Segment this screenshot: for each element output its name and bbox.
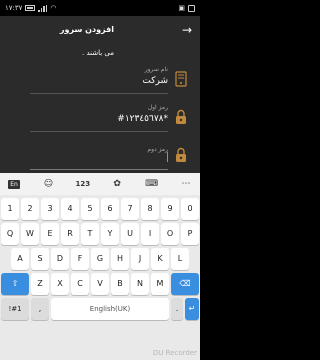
password1-field[interactable]: رمز اول *١٢٣٤٥٦٧٨#: [30, 104, 190, 134]
status-bar: ١٧:٣٧ ◠ ▣: [0, 0, 200, 16]
wifi-icon: ◠: [50, 4, 57, 12]
key-g[interactable]: G: [91, 248, 109, 270]
key-9[interactable]: 9: [161, 198, 179, 220]
back-arrow-icon[interactable]: →: [182, 23, 192, 37]
space-key[interactable]: English(UK): [51, 298, 169, 320]
status-time: ١٧:٣٧: [5, 4, 23, 12]
key-o[interactable]: O: [161, 223, 179, 245]
key-z[interactable]: Z: [31, 273, 49, 295]
password2-placeholder: رمز دوم: [147, 146, 168, 153]
palette-icon[interactable]: ✿: [107, 179, 127, 189]
key-i[interactable]: I: [141, 223, 159, 245]
app-notification-icon: [188, 4, 195, 12]
key-2[interactable]: 2: [21, 198, 39, 220]
page-title: افزودن سرور: [59, 25, 114, 34]
lock-icon: [176, 147, 186, 162]
status-right: ▣: [178, 4, 195, 12]
key-f[interactable]: F: [71, 248, 89, 270]
symbols-key[interactable]: !#1: [1, 298, 29, 320]
password1-label: رمز اول: [147, 104, 168, 111]
status-left: ١٧:٣٧ ◠: [5, 4, 57, 12]
password2-field[interactable]: رمز دوم: [30, 142, 190, 172]
key-j[interactable]: J: [131, 248, 149, 270]
key-6[interactable]: 6: [101, 198, 119, 220]
key-0[interactable]: 0: [181, 198, 199, 220]
form-content: می باشند . نام سرور شرکت رمز اول *١٢٣٤٥٦…: [0, 46, 200, 173]
more-icon[interactable]: ⋯: [176, 179, 196, 189]
language-button[interactable]: En: [4, 180, 24, 189]
key-8[interactable]: 8: [141, 198, 159, 220]
password1-underline: [30, 131, 168, 132]
key-u[interactable]: U: [121, 223, 139, 245]
app-bar: افزودن سرور →: [0, 16, 200, 46]
key-s[interactable]: S: [31, 248, 49, 270]
backspace-key-icon[interactable]: ⌫: [171, 273, 199, 295]
key-5[interactable]: 5: [81, 198, 99, 220]
key-b[interactable]: B: [111, 273, 129, 295]
key-c[interactable]: C: [71, 273, 89, 295]
key-1[interactable]: 1: [1, 198, 19, 220]
key-3[interactable]: 3: [41, 198, 59, 220]
key-4[interactable]: 4: [61, 198, 79, 220]
key-d[interactable]: D: [51, 248, 69, 270]
key-q[interactable]: Q: [1, 223, 19, 245]
keyboard-hide-icon[interactable]: ⌨: [142, 179, 162, 189]
key-x[interactable]: X: [51, 273, 69, 295]
key-w[interactable]: W: [21, 223, 39, 245]
key-k[interactable]: K: [151, 248, 169, 270]
key-l[interactable]: L: [171, 248, 189, 270]
asdf-row: A S D F G H J K L: [0, 248, 200, 272]
password2-underline: [30, 169, 168, 170]
key-e[interactable]: E: [41, 223, 59, 245]
keyboard: 1 2 3 4 5 6 7 8 9 0 Q W E R T Y U I O P …: [0, 195, 200, 360]
server-name-underline: [30, 93, 168, 94]
server-name-field[interactable]: نام سرور شرکت: [30, 66, 190, 96]
password1-value: *١٢٣٤٥٦٧٨#: [117, 114, 168, 124]
key-t[interactable]: T: [81, 223, 99, 245]
number-row: 1 2 3 4 5 6 7 8 9 0: [0, 198, 200, 222]
language-label: En: [8, 180, 20, 189]
key-n[interactable]: N: [131, 273, 149, 295]
qwerty-row: Q W E R T Y U I O P: [0, 223, 200, 247]
server-name-label: نام سرور: [144, 66, 168, 73]
key-a[interactable]: A: [11, 248, 29, 270]
signal-icon: [38, 4, 48, 12]
key-h[interactable]: H: [111, 248, 129, 270]
notification-icon: ▣: [178, 4, 185, 12]
battery-icon: [25, 5, 36, 11]
server-icon: [175, 71, 187, 87]
enter-key-icon[interactable]: ↵: [185, 298, 199, 320]
emoji-icon[interactable]: ☺: [38, 179, 58, 189]
key-r[interactable]: R: [61, 223, 79, 245]
key-y[interactable]: Y: [101, 223, 119, 245]
keyboard-toolbar: En ☺ 123 ✿ ⌨ ⋯: [0, 173, 200, 195]
numbers-button[interactable]: 123: [73, 180, 93, 188]
lock-icon: [176, 109, 186, 124]
hint-text: می باشند .: [82, 49, 114, 57]
key-p[interactable]: P: [181, 223, 199, 245]
key-v[interactable]: V: [91, 273, 109, 295]
shift-key-icon[interactable]: ⇧: [1, 273, 29, 295]
server-name-value: شرکت: [142, 76, 168, 86]
comma-key[interactable]: ,: [31, 298, 49, 320]
key-m[interactable]: M: [151, 273, 169, 295]
text-cursor: [167, 152, 168, 162]
zxcv-row: ⇧ Z X C V B N M ⌫: [0, 273, 200, 297]
bottom-row: !#1 , English(UK) . ↵: [0, 298, 200, 322]
period-key[interactable]: .: [171, 298, 183, 320]
watermark: DU Recorder: [152, 349, 197, 357]
key-7[interactable]: 7: [121, 198, 139, 220]
